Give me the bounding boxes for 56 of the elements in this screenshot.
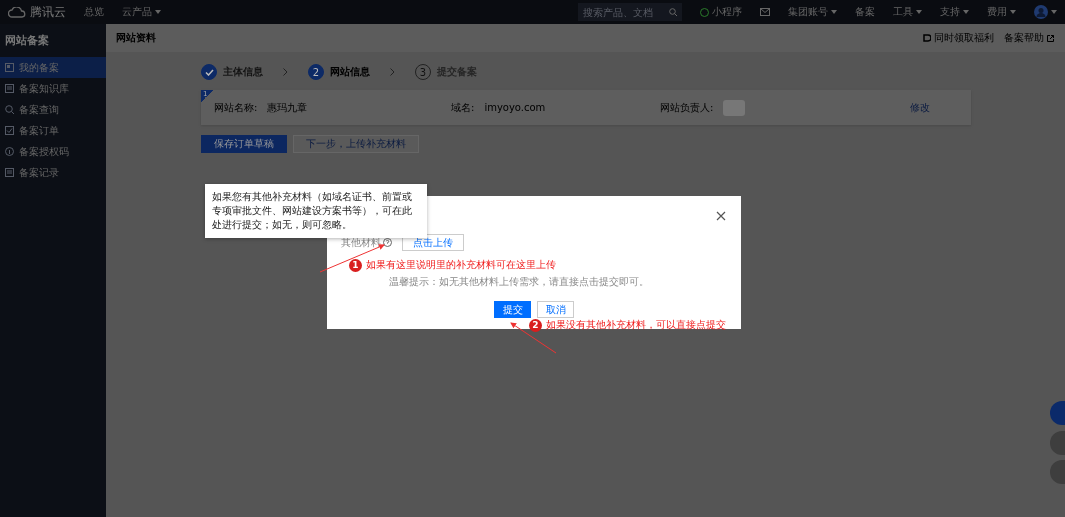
sidebar-item[interactable]: 备案记录 xyxy=(0,162,106,183)
edit-link[interactable]: 修改 xyxy=(910,100,930,115)
nav-menu[interactable]: 云产品 xyxy=(122,5,161,19)
avatar-icon[interactable] xyxy=(1034,5,1048,19)
chevron-icon xyxy=(390,68,395,76)
nav-menu[interactable]: 支持 xyxy=(940,5,969,19)
field-label: 网站名称: xyxy=(214,100,258,115)
sidebar-item[interactable]: 备案知识库 xyxy=(0,78,106,99)
document-icon xyxy=(5,168,14,177)
annotation-text: 如果有这里说明里的补充材料可在这里上传 xyxy=(366,258,556,272)
logo-text: 腾讯云 xyxy=(30,3,66,21)
annotation-arrow xyxy=(510,322,557,354)
hint-text: 温馨提示：如无其他材料上传需求，请直接点击提交即可。 xyxy=(389,275,650,289)
external-link-icon xyxy=(1047,34,1054,42)
header-link[interactable]: 同时领取福利 xyxy=(923,31,994,45)
cloud-logo-icon xyxy=(8,6,26,18)
sidebar-item[interactable]: 备案查询 xyxy=(0,99,106,120)
annotation-text: 如果没有其他补充材料，可以直接点提交 xyxy=(546,318,726,332)
nav-menu[interactable]: 总览 xyxy=(84,5,104,19)
id-card-icon xyxy=(5,63,14,72)
search-icon xyxy=(5,105,14,114)
help-icon[interactable] xyxy=(383,238,392,247)
logo[interactable]: 腾讯云 xyxy=(8,3,66,21)
field-label: 网站负责人: xyxy=(660,100,714,115)
search-icon[interactable] xyxy=(669,8,677,16)
close-icon[interactable] xyxy=(715,210,727,222)
field-value: 惠玛九章 xyxy=(267,100,308,115)
sidebar-item[interactable]: 我的备案 xyxy=(0,57,106,78)
d-logo-icon xyxy=(923,34,931,42)
save-draft-button[interactable]: 保存订单草稿 xyxy=(201,135,287,153)
checkbox-icon xyxy=(5,126,14,135)
nav-menu[interactable]: 集团账号 xyxy=(788,5,837,19)
step-number: 2 xyxy=(308,64,324,80)
mini-program-link[interactable]: 小程序 xyxy=(700,5,742,19)
cancel-button[interactable]: 取消 xyxy=(537,301,574,318)
nav-menu[interactable]: 费用 xyxy=(987,5,1016,19)
step-label: 网站信息 xyxy=(330,65,370,79)
field-value: imyoyo.com xyxy=(484,102,546,113)
info-icon xyxy=(5,147,14,156)
field-label: 其他材料 xyxy=(341,235,392,250)
mail-icon[interactable] xyxy=(760,8,770,16)
header-link[interactable]: 备案帮助 xyxy=(1004,31,1054,45)
submit-button[interactable]: 提交 xyxy=(494,301,531,318)
page-title: 网站资料 xyxy=(116,31,157,45)
tooltip: 如果您有其他补充材料（如域名证书、前置或专项审批文件、网站建设方案书等），可在此处进行提交；如无，则可忽略。 xyxy=(205,184,427,238)
sidebar-item[interactable]: 备案订单 xyxy=(0,120,106,141)
document-icon xyxy=(5,84,14,93)
sidebar-title: 网站备案 xyxy=(4,33,50,49)
nav-menu[interactable]: 工具 xyxy=(893,5,922,19)
step-label: 主体信息 xyxy=(223,65,263,79)
upload-button[interactable]: 点击上传 xyxy=(402,234,464,251)
nav-menu[interactable]: 备案 xyxy=(855,5,875,19)
sidebar-item[interactable]: 备案授权码 xyxy=(0,141,106,162)
mini-program-icon xyxy=(700,7,709,17)
chevron-icon xyxy=(283,68,288,76)
field-label: 域名: xyxy=(451,100,475,115)
